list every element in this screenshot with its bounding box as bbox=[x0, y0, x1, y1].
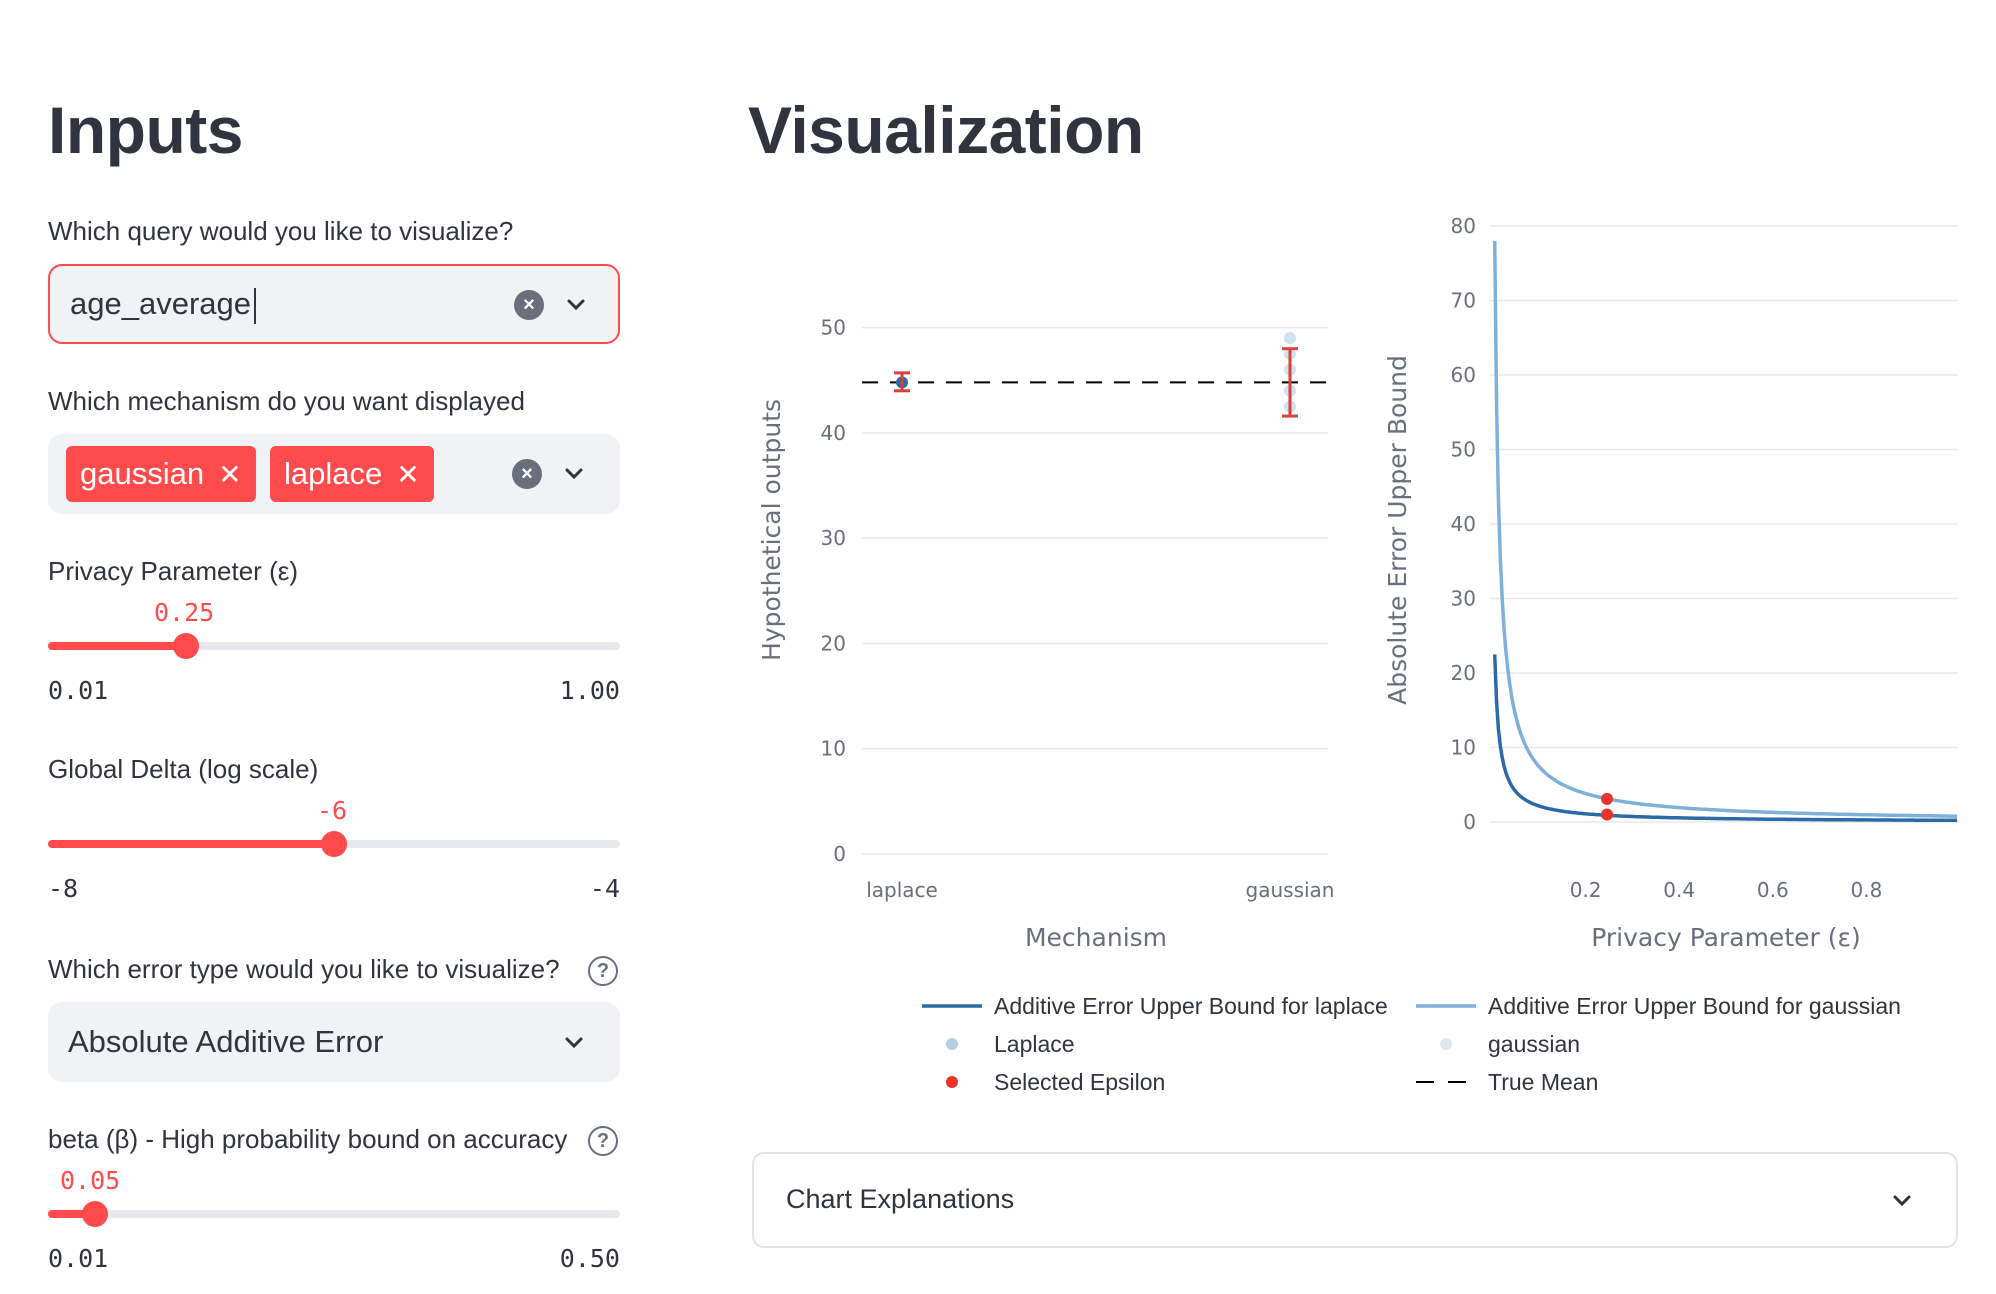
y-tick-label: 40 bbox=[821, 421, 846, 445]
error-bound-chart: 0 10 20 30 40 50 60 70 80 0.2 0.4 0.6 0.8 Privacy Par… bbox=[1383, 214, 1958, 952]
y-tick-label: 0 bbox=[833, 842, 846, 866]
y-tick-label: 30 bbox=[821, 526, 846, 550]
y-tick-label: 40 bbox=[1451, 512, 1476, 536]
expander-label: Chart Explanations bbox=[786, 1184, 1015, 1214]
slider-thumb[interactable] bbox=[81, 1201, 108, 1227]
selected-epsilon-point bbox=[1601, 792, 1613, 805]
y-tick-label: 60 bbox=[1451, 363, 1476, 387]
y-axis-title: Hypothetical outputs bbox=[757, 399, 786, 661]
y-axis-title: Absolute Error Upper Bound bbox=[1383, 355, 1412, 705]
x-tick-label: laplace bbox=[866, 878, 938, 902]
legend-dot-swatch bbox=[946, 1038, 958, 1050]
legend-label: Selected Epsilon bbox=[994, 1069, 1165, 1095]
selected-epsilon-point bbox=[1601, 808, 1613, 821]
gaussian-sample-point bbox=[1284, 332, 1296, 345]
beta-slider[interactable] bbox=[48, 1201, 620, 1227]
chart-legend: Additive Error Upper Bound for laplace Ad… bbox=[922, 993, 1901, 1095]
legend-label: gaussian bbox=[1488, 1031, 1580, 1057]
y-tick-label: 20 bbox=[821, 631, 846, 655]
x-tick-label: 0.8 bbox=[1850, 878, 1882, 902]
beta-max: 0.50 bbox=[559, 1244, 620, 1273]
x-tick-label: 0.4 bbox=[1663, 878, 1695, 902]
legend-label: Laplace bbox=[994, 1031, 1075, 1057]
hypothetical-outputs-chart: 0 10 20 30 40 50 laplace gaussian Mechanism Hypot… bbox=[757, 316, 1334, 952]
x-axis-title: Mechanism bbox=[1025, 923, 1167, 952]
x-tick-label: gaussian bbox=[1246, 878, 1335, 902]
y-tick-label: 80 bbox=[1451, 214, 1476, 238]
x-axis-title: Privacy Parameter (ε) bbox=[1591, 923, 1861, 952]
charts-area: 0 10 20 30 40 50 laplace gaussian Mechanism Hypot… bbox=[757, 214, 1958, 1095]
laplace-error-line bbox=[1492, 654, 1958, 823]
y-tick-label: 20 bbox=[1451, 661, 1476, 685]
x-tick-label: 0.2 bbox=[1570, 878, 1602, 902]
y-tick-label: 50 bbox=[821, 316, 846, 340]
y-tick-label: 70 bbox=[1451, 289, 1476, 313]
beta-min: 0.01 bbox=[48, 1244, 109, 1273]
beta-value: 0.05 bbox=[60, 1166, 121, 1195]
legend-label: True Mean bbox=[1488, 1069, 1598, 1095]
legend-label: Additive Error Upper Bound for laplace bbox=[994, 993, 1388, 1019]
legend-dot-swatch bbox=[946, 1076, 958, 1088]
legend-dot-swatch bbox=[1440, 1038, 1452, 1050]
y-tick-label: 50 bbox=[1451, 438, 1476, 462]
y-tick-label: 10 bbox=[1451, 736, 1476, 760]
chart-explanations-expander[interactable]: Chart Explanations bbox=[752, 1152, 1958, 1248]
y-tick-label: 0 bbox=[1463, 810, 1476, 834]
legend-label: Additive Error Upper Bound for gaussian bbox=[1488, 993, 1901, 1019]
chevron-down-icon[interactable] bbox=[1888, 1186, 1916, 1214]
gaussian-error-line bbox=[1492, 240, 1958, 818]
y-tick-label: 10 bbox=[821, 737, 846, 761]
x-tick-label: 0.6 bbox=[1757, 878, 1789, 902]
y-tick-label: 30 bbox=[1451, 587, 1476, 611]
